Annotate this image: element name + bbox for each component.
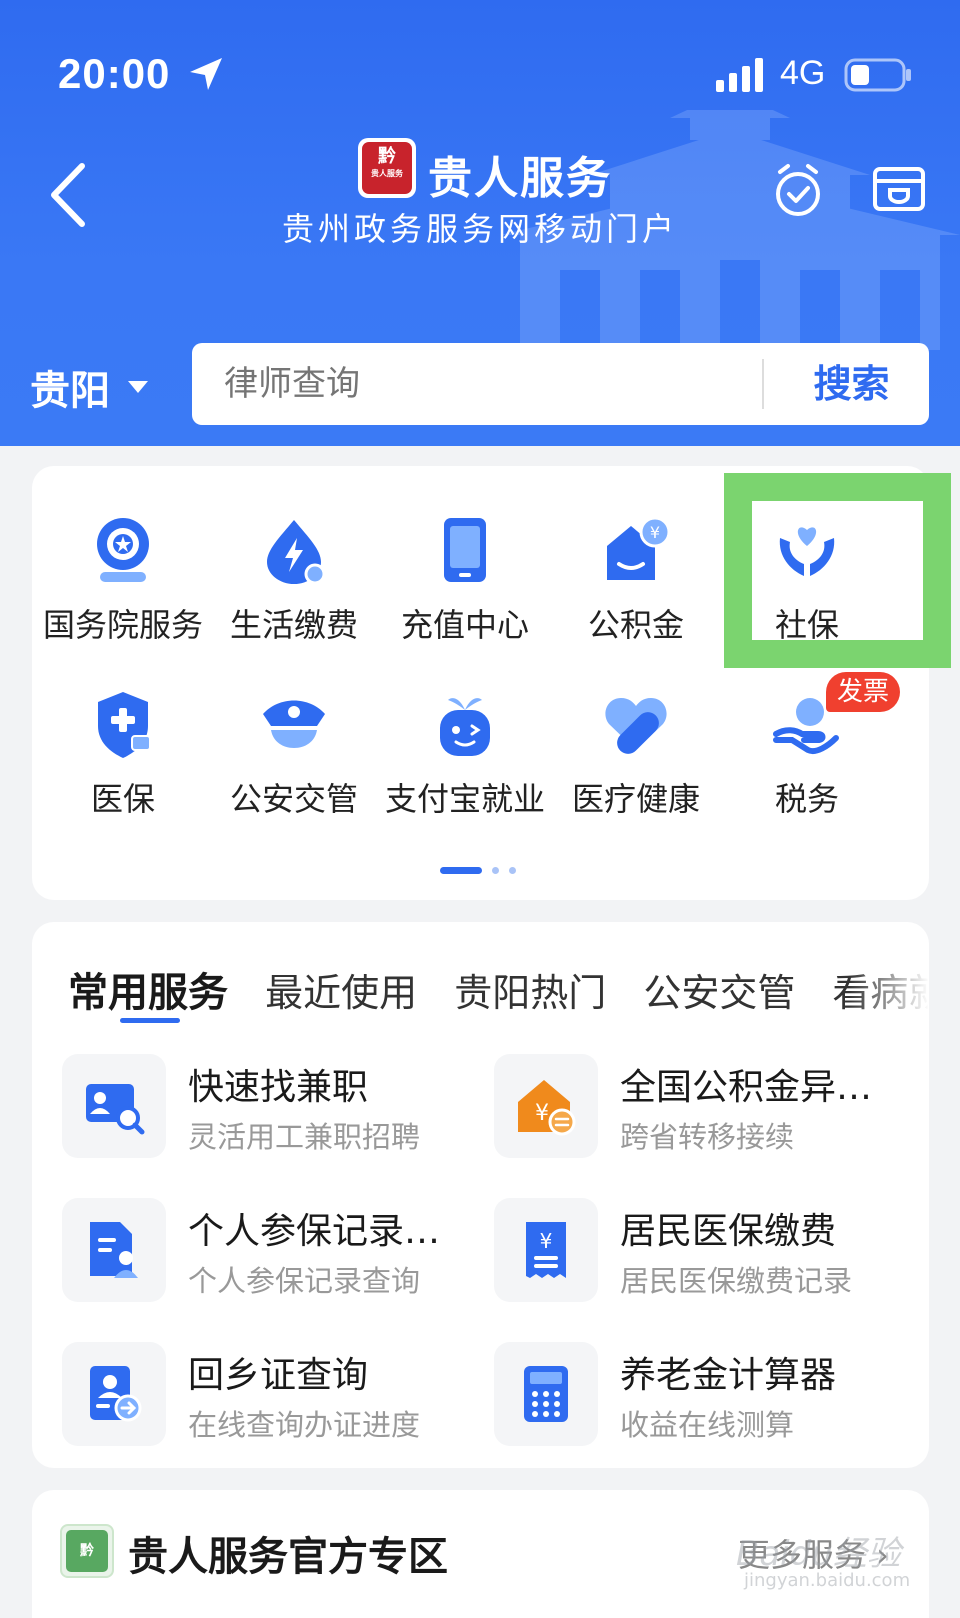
grid-item-social-security[interactable]: 社保 [722, 516, 892, 666]
grid-item-tax[interactable]: 税务 [722, 690, 892, 840]
cellular-signal-icon [716, 58, 763, 92]
page-dot [492, 866, 499, 874]
invoice-badge: 发票 [826, 672, 900, 712]
grid-label: 充值中心 [400, 606, 529, 644]
back-arrow-icon[interactable] [44, 160, 92, 230]
battery-icon [844, 58, 911, 92]
service-item[interactable]: 养老金计算器 收益在线测算 [494, 1342, 914, 1446]
tab-traffic-police[interactable]: 公安交管 [643, 962, 795, 1017]
tab-common[interactable]: 常用服务 [68, 960, 228, 1018]
grid-label: 公积金 [587, 606, 684, 644]
service-desc: 个人参保记录查询 [188, 1264, 421, 1298]
grid-label: 公安交管 [229, 780, 358, 818]
service-item[interactable]: 回乡证查询 在线查询办证进度 [62, 1342, 482, 1446]
active-tab-underline [120, 1018, 180, 1023]
zone-title: 贵人服务官方专区 [128, 1534, 448, 1580]
page-dot-active [440, 866, 482, 874]
service-desc: 居民医保缴费记录 [620, 1264, 853, 1298]
grid-item-housing-fund[interactable]: ¥ 公积金 [551, 516, 721, 666]
service-desc: 跨省转移接续 [620, 1120, 795, 1154]
insurance-record-icon [90, 1222, 138, 1278]
permit-query-icon [90, 1366, 142, 1422]
common-services-card: 常用服务 最近使用 贵阳热门 公安交管 看病就 快速找兼职 灵活用工兼职招聘 ¥ [32, 922, 929, 1468]
app-subtitle: 贵州政务服务网移动门户 [282, 210, 679, 248]
medical-insurance-icon [98, 692, 151, 758]
grid-label: 社保 [774, 606, 839, 644]
alarm-clock-icon[interactable] [772, 162, 824, 218]
housing-fund-icon: ¥ [607, 516, 671, 580]
service-desc: 灵活用工兼职招聘 [188, 1120, 421, 1154]
tabs-fade [849, 952, 929, 1022]
caret-down-icon [128, 381, 148, 393]
calculator-icon [524, 1366, 568, 1422]
grid-item-alipay-employment[interactable]: 支付宝就业 [380, 690, 550, 840]
police-cap-icon [263, 700, 325, 748]
page-indicator [440, 866, 516, 874]
service-item[interactable]: 快速找兼职 灵活用工兼职招聘 [62, 1054, 482, 1158]
search-divider [762, 359, 764, 409]
wallet-icon[interactable] [872, 166, 926, 212]
service-desc: 在线查询办证进度 [188, 1408, 421, 1442]
grid-label: 支付宝就业 [384, 780, 545, 818]
grid-label: 国务院服务 [42, 606, 203, 644]
grid-label: 医保 [90, 780, 155, 818]
search-input[interactable] [224, 361, 724, 407]
grid-label: 医疗健康 [571, 780, 700, 818]
alipay-employment-icon [440, 698, 490, 756]
svg-text:¥: ¥ [535, 1101, 549, 1126]
network-type: 4G [780, 54, 826, 92]
medical-health-icon [605, 698, 667, 754]
social-security-icon [779, 527, 835, 576]
service-item[interactable]: ¥ 居民医保缴费 居民医保缴费记录 [494, 1198, 914, 1302]
grid-item-utility-payment[interactable]: 生活缴费 [209, 516, 379, 666]
service-title: 快速找兼职 [188, 1067, 369, 1108]
house-transfer-icon: ¥ [518, 1080, 576, 1136]
seal-logo: 黔 贵人服务 [358, 138, 416, 198]
city-selector[interactable]: 贵阳 [30, 358, 148, 416]
tab-guiyang-hot[interactable]: 贵阳热门 [454, 962, 606, 1017]
grid-item-recharge[interactable]: 充值中心 [380, 516, 550, 666]
service-title: 回乡证查询 [188, 1355, 369, 1396]
receipt-yuan-icon: ¥ [526, 1222, 566, 1278]
grid-item-traffic-police[interactable]: 公安交管 [209, 690, 379, 840]
grid-label: 税务 [774, 780, 839, 818]
grid-item-state-council[interactable]: 国务院服务 [38, 516, 208, 666]
zone-logo: 黔 [60, 1524, 114, 1578]
grid-label: 生活缴费 [229, 606, 358, 644]
service-title: 个人参保记录… [188, 1211, 441, 1252]
city-label: 贵阳 [30, 368, 110, 414]
phone-recharge-icon [444, 518, 486, 582]
service-item[interactable]: ¥ 全国公积金异… 跨省转移接续 [494, 1054, 914, 1158]
service-title: 全国公积金异… [620, 1067, 873, 1108]
utility-payment-icon [267, 520, 326, 585]
service-grid-card: 国务院服务 生活缴费 充值中心 ¥ 公积金 社保 医保 公安交管 支付宝就业 医… [32, 466, 929, 900]
service-item[interactable]: 个人参保记录… 个人参保记录查询 [62, 1198, 482, 1302]
service-title: 居民医保缴费 [620, 1211, 837, 1252]
tab-recent[interactable]: 最近使用 [265, 962, 417, 1017]
svg-text:¥: ¥ [540, 1229, 553, 1253]
search-button[interactable]: 搜索 [774, 343, 929, 425]
service-title: 养老金计算器 [620, 1355, 837, 1396]
search-bar: 搜索 [192, 343, 929, 425]
app-title: 贵人服务 [428, 153, 612, 204]
status-time: 20:00 [58, 50, 171, 97]
header: 20:00 4G 黔 贵人服务 贵人服务 贵州政务服务网移动门户 贵阳 律师查询… [0, 0, 960, 446]
svg-text:¥: ¥ [650, 523, 660, 542]
baidu-watermark: Baidu经验 jingyan.baidu.com [736, 1534, 911, 1591]
id-card-search-icon [86, 1084, 145, 1135]
service-tabs: 常用服务 最近使用 贵阳热门 公安交管 看病就 [68, 960, 928, 1020]
page-dot [509, 866, 516, 874]
location-arrow-icon [190, 58, 222, 90]
state-council-icon [97, 518, 149, 582]
service-desc: 收益在线测算 [620, 1408, 795, 1442]
status-bar: 20:00 4G [0, 40, 960, 110]
grid-item-medical-insurance[interactable]: 医保 [38, 690, 208, 840]
grid-item-medical-health[interactable]: 医疗健康 [551, 690, 721, 840]
